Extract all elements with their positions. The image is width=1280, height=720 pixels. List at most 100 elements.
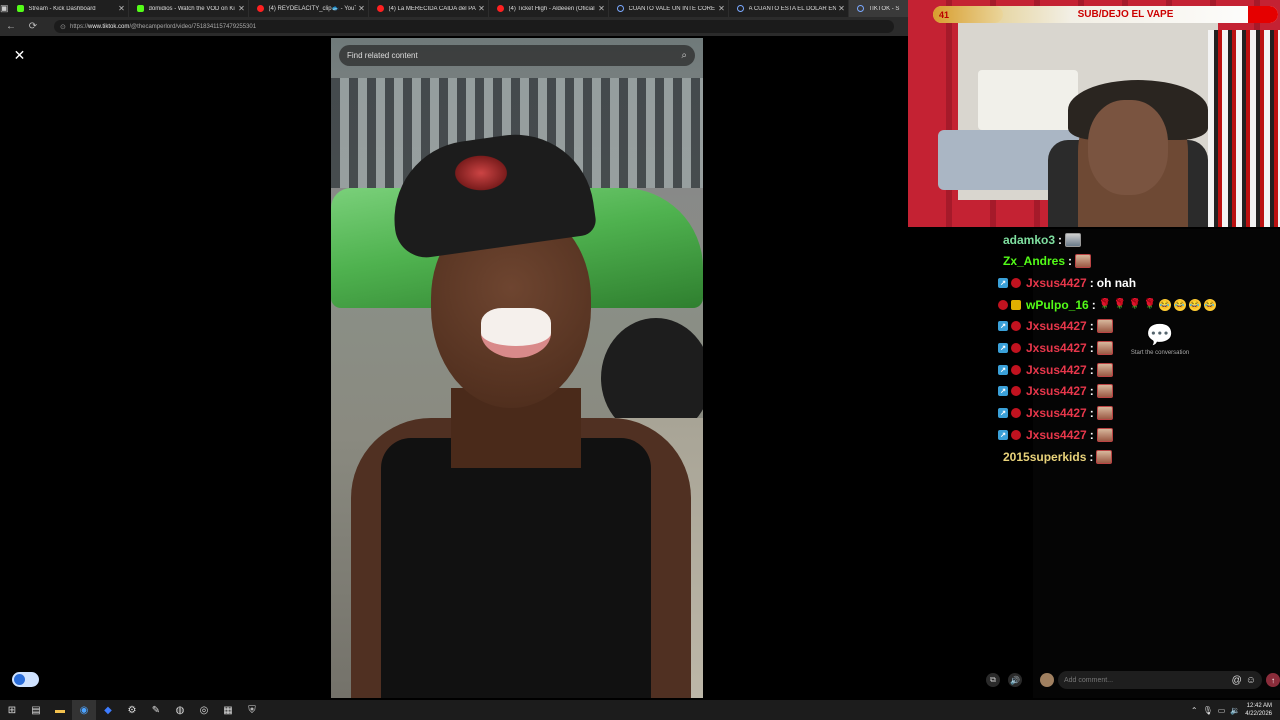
sub-goal-end-cap <box>1248 6 1278 23</box>
app-icon[interactable]: ◆ <box>96 700 120 720</box>
browser-tab-label: CUANTO VALE UN INTE CORE 7 - <box>628 5 716 12</box>
comment-input[interactable]: Add comment... @ ☺ <box>1058 671 1262 689</box>
clock-time: 12:42 AM <box>1246 703 1272 709</box>
browser-tab-label: domidios - Watch the VOD on Ki <box>148 5 235 12</box>
close-icon: ✕ <box>13 47 26 63</box>
mention-icon[interactable]: @ <box>1232 675 1242 686</box>
close-tab-icon[interactable]: ✕ <box>236 4 248 13</box>
chat-text: oh nah <box>1096 275 1137 290</box>
webcam-overlay: 41 SUB/DEJO EL VAPE <box>908 0 1280 227</box>
browser-tab[interactable]: (4) La MERECIDA CAÍDA del PADR ✕ <box>369 0 489 17</box>
browser-tab-label: (4) REYDELACITY_clip🐟 - YouTu <box>268 6 356 12</box>
youtube-icon <box>496 5 504 12</box>
kick-icon <box>136 5 144 12</box>
laughing-emoji-icon: 😂 <box>1203 298 1216 311</box>
player-controls: ⧉ 🔊 <box>986 672 1042 688</box>
chat-separator: : <box>1089 427 1094 442</box>
send-icon: ↑ <box>1271 675 1275 685</box>
close-video-button[interactable]: ✕ <box>10 46 29 65</box>
chat-separator: : <box>1089 341 1094 355</box>
close-tab-icon[interactable]: ✕ <box>716 4 728 13</box>
folder-icon[interactable]: ▬ <box>48 700 72 720</box>
emoji-icon[interactable]: ☺ <box>1246 675 1256 686</box>
emote-icon <box>1065 232 1082 247</box>
browser-tab[interactable]: (4) Ticket High - Aldeeen (Oficial ✕ <box>489 0 609 17</box>
browser-tab[interactable]: A CUANTO ESTA EL DOLAR EN VE✕ <box>729 0 849 17</box>
windows-start-icon[interactable]: ⊞ <box>0 700 24 720</box>
video-person-mouth <box>481 308 551 358</box>
emote-icon <box>1075 254 1092 269</box>
video-player[interactable] <box>331 38 703 698</box>
obs-icon[interactable]: ◎ <box>192 700 216 720</box>
pen-icon[interactable]: ✎ <box>144 700 168 720</box>
chat-username[interactable]: Zx_Andres <box>1003 254 1065 268</box>
chat-username[interactable]: Jxsus4427 <box>1026 341 1087 355</box>
site-info-icon[interactable]: ⊙ <box>60 23 70 31</box>
back-icon[interactable]: ← <box>0 21 22 32</box>
browser-tab[interactable]: (4) REYDELACITY_clip🐟 - YouTu ✕ <box>249 0 369 17</box>
video-person <box>351 124 691 698</box>
close-tab-icon[interactable]: ✕ <box>356 4 368 13</box>
shield-icon[interactable]: ⛨ <box>240 700 264 720</box>
chat-separator: : <box>1068 254 1073 269</box>
chat-username[interactable]: Jxsus4427 <box>1026 428 1087 442</box>
close-tab-icon[interactable]: ✕ <box>596 4 608 13</box>
volume-icon[interactable]: 🔊 <box>1008 673 1022 687</box>
mic-icon[interactable]: 🎙 <box>1203 706 1213 715</box>
picture-in-picture-icon[interactable]: ⧉ <box>986 673 1000 687</box>
search-icon[interactable]: ⌕ <box>681 50 687 61</box>
kick-icon <box>16 5 24 12</box>
emote-icon <box>1096 449 1113 464</box>
browser-tab[interactable]: CUANTO VALE UN INTE CORE 7 - ✕ <box>609 0 729 17</box>
chat-username[interactable]: 2015superkids <box>1003 450 1086 464</box>
sub-goal-bar: 41 SUB/DEJO EL VAPE <box>933 6 1278 23</box>
chrome-icon[interactable]: ◉ <box>72 700 96 720</box>
clock[interactable]: 12:42 AM 4/22/2026 <box>1245 702 1272 718</box>
chat-username[interactable]: adamko3 <box>1003 233 1055 247</box>
browser-icon[interactable]: ◍ <box>168 700 192 720</box>
chat-message: adamko3: <box>1001 229 1082 250</box>
autoscroll-toggle[interactable] <box>12 672 39 687</box>
chat-username[interactable]: Jxsus4427 <box>1026 363 1087 377</box>
reload-icon[interactable]: ⟳ <box>22 21 44 32</box>
close-tab-icon[interactable]: ✕ <box>836 4 848 13</box>
chat-username[interactable]: Jxsus4427 <box>1026 406 1087 420</box>
calendar-icon[interactable]: ▦ <box>216 700 240 720</box>
user-avatar <box>1040 673 1054 687</box>
address-bar-row: ← ⟳ ⊙ https://www.tiktok.com/@thecamperl… <box>0 17 908 36</box>
close-tab-icon[interactable]: ✕ <box>116 4 128 13</box>
chat-username[interactable]: wPulpo_16 <box>1026 298 1089 312</box>
tray-overflow-icon[interactable]: ⌃ <box>1191 706 1198 715</box>
laughing-emoji-icon: 😂 <box>1158 298 1171 311</box>
chat-username[interactable]: Jxsus4427 <box>1026 276 1087 290</box>
network-icon[interactable]: ▭ <box>1218 706 1226 715</box>
search-icon <box>856 5 864 12</box>
chat-message: Zx_Andres: <box>1001 251 1092 272</box>
url-prefix: https:// <box>70 23 89 30</box>
steam-icon[interactable]: ⚙ <box>120 700 144 720</box>
window-menu-icon[interactable]: ▣ <box>0 3 9 14</box>
speaker-icon[interactable]: 🔉 <box>1230 706 1240 715</box>
chat-message: ↗ Jxsus4427: <box>998 316 1113 337</box>
terminal-icon[interactable]: ▤ <box>24 700 48 720</box>
url-host: www.tiktok.com <box>88 23 130 30</box>
laughing-emoji-icon: 😂 <box>1173 298 1186 311</box>
moderator-badge-icon <box>1011 343 1021 353</box>
browser-tab-strip: ▣ Stream - Kick Dashboard ✕ domidios - Wat… <box>0 0 908 17</box>
rose-emoji-icon: 🌹 <box>1143 298 1157 310</box>
browser-tab[interactable]: Stream - Kick Dashboard ✕ <box>9 0 129 17</box>
browser-tab[interactable]: TIKTOK - S <box>848 0 908 17</box>
youtube-icon <box>376 5 384 12</box>
related-search-bar[interactable]: Find related content ⌕ <box>339 45 695 66</box>
moderator-badge-icon <box>998 299 1008 310</box>
url-field[interactable]: ⊙ https://www.tiktok.com/@thecamperlord/… <box>54 20 894 33</box>
laughing-emoji-icon: 😂 <box>1188 298 1201 311</box>
chat-username[interactable]: Jxsus4427 <box>1026 319 1087 333</box>
clock-date: 4/22/2026 <box>1245 711 1272 717</box>
send-comment-button[interactable]: ↑ <box>1266 673 1280 687</box>
chat-username[interactable]: Jxsus4427 <box>1026 384 1087 398</box>
browser-tab[interactable]: domidios - Watch the VOD on Ki ✕ <box>129 0 249 17</box>
chat-message: ↗ Jxsus4427: <box>998 424 1113 445</box>
close-tab-icon[interactable]: ✕ <box>476 4 488 13</box>
verified-badge-icon: ↗ <box>998 343 1008 353</box>
